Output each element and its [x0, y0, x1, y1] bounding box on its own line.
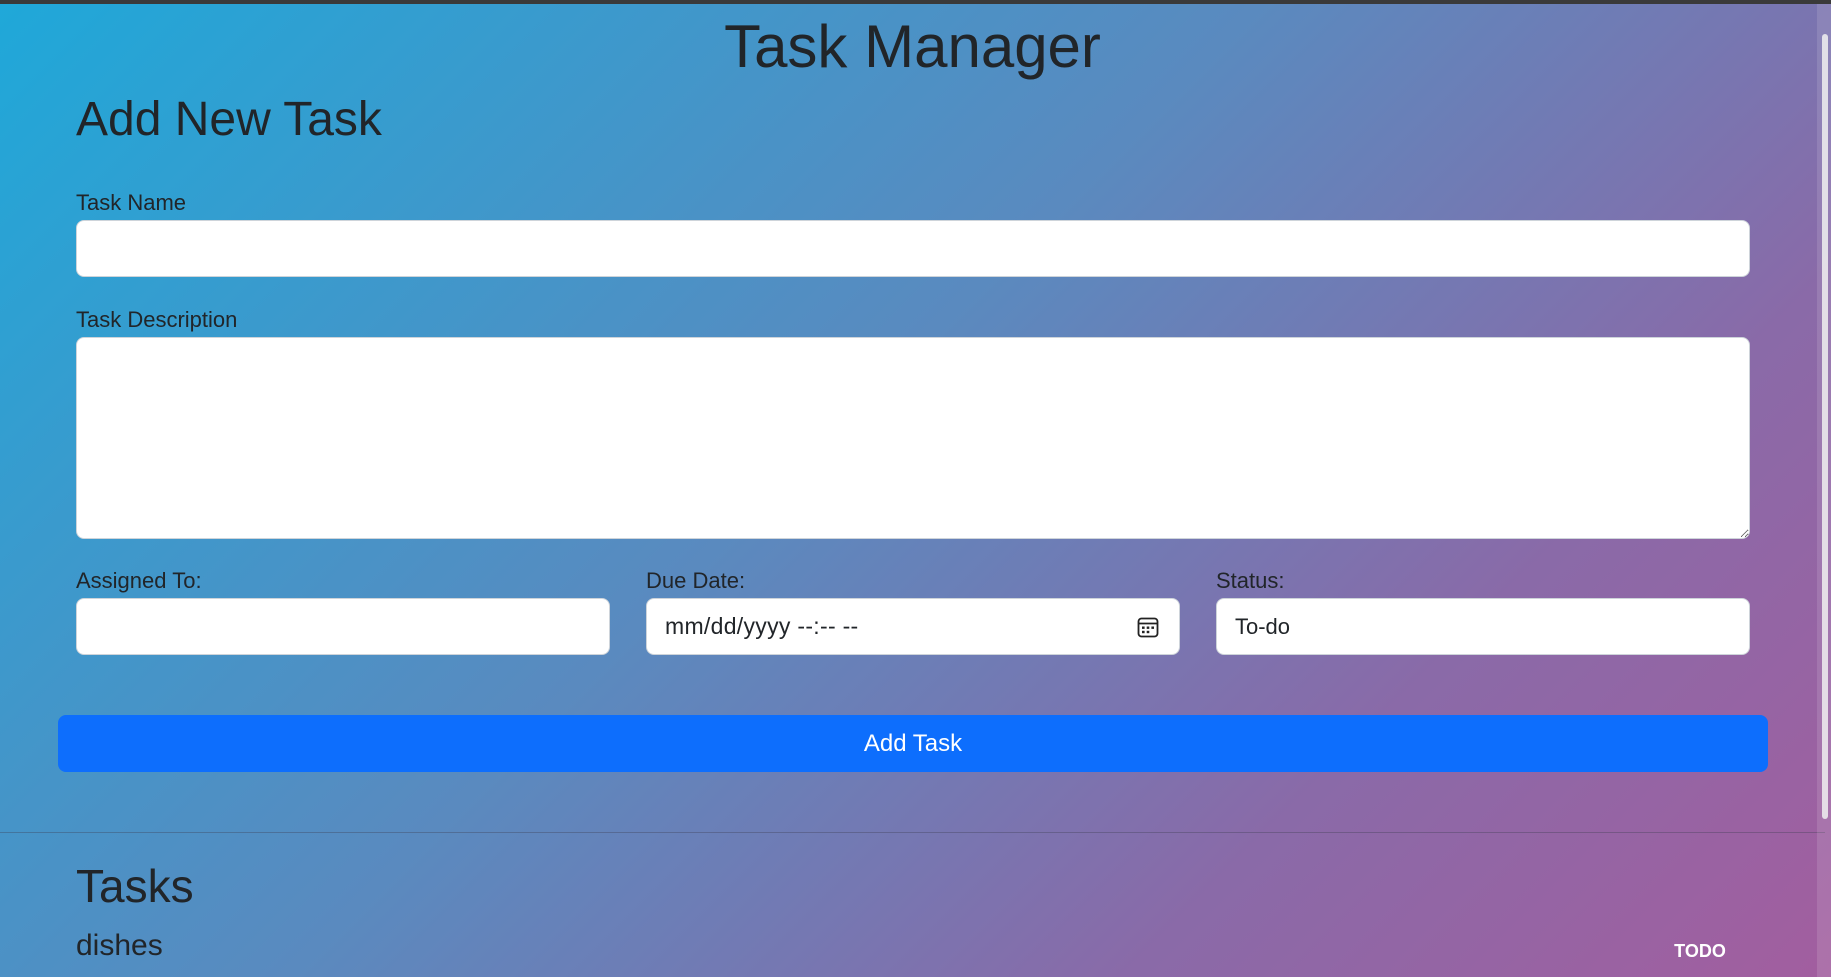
task-status-badge: TODO [1674, 941, 1726, 961]
task-description-textarea[interactable] [76, 337, 1750, 539]
status-selected-value: To-do [1235, 613, 1291, 639]
task-name-label: Task Name [76, 190, 187, 215]
calendar-icon[interactable] [1135, 614, 1161, 640]
task-description-label: Task Description [76, 307, 238, 332]
scrollbar-thumb[interactable] [1822, 34, 1828, 819]
assigned-to-label: Assigned To: [76, 568, 202, 593]
task-name-input[interactable] [76, 220, 1750, 277]
status-label: Status: [1216, 568, 1285, 593]
due-date-placeholder: mm/dd/yyyy --:-- -- [665, 613, 859, 639]
vertical-scrollbar[interactable] [1817, 4, 1831, 977]
add-task-heading: Add New Task [76, 93, 382, 146]
app-title: Task Manager [724, 13, 1101, 80]
tasks-heading: Tasks [76, 860, 194, 912]
assigned-to-input[interactable] [76, 598, 610, 655]
add-task-button[interactable]: Add Task [58, 715, 1768, 772]
window-top-border [0, 0, 1831, 4]
due-date-label: Due Date: [646, 568, 746, 593]
due-date-input[interactable]: mm/dd/yyyy --:-- -- [646, 598, 1180, 655]
task-item-name: dishes [76, 929, 163, 962]
section-divider [0, 832, 1825, 833]
status-select[interactable]: To-do [1216, 598, 1750, 655]
